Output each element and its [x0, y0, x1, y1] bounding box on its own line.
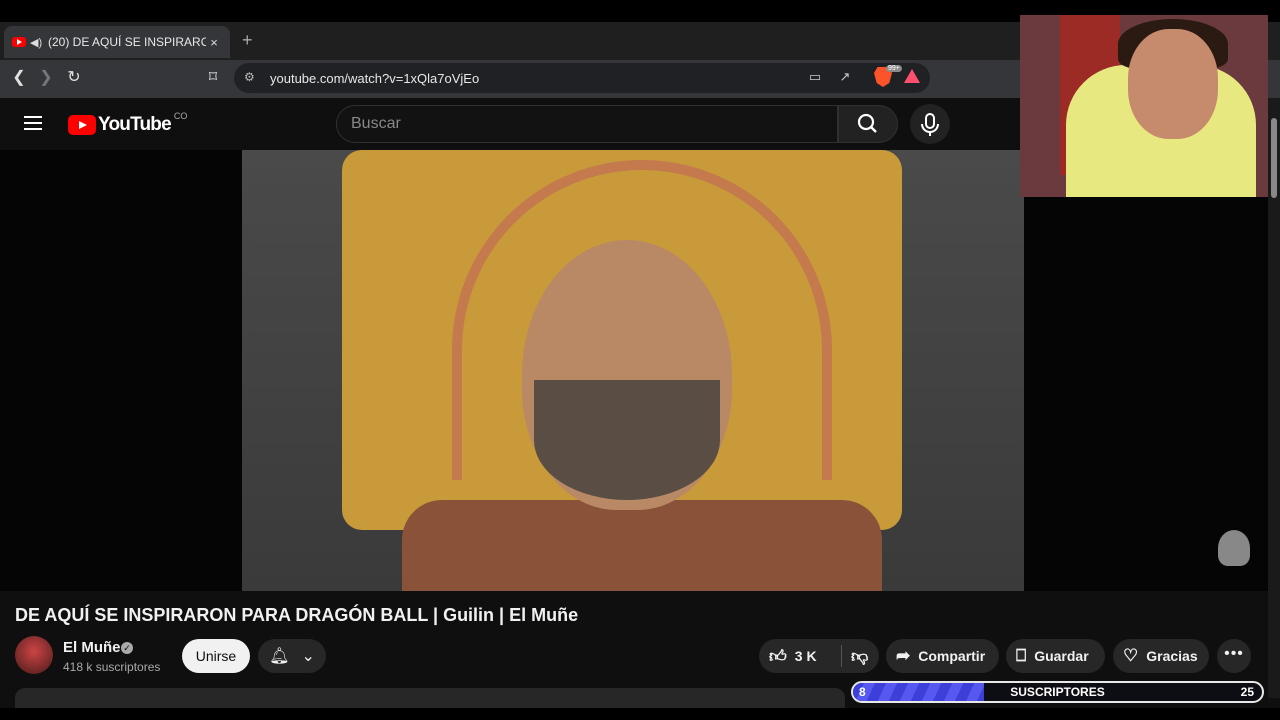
page-scrollbar[interactable]: [1268, 98, 1280, 698]
dislike-icon[interactable]: 👎︎: [851, 646, 868, 667]
forward-icon[interactable]: ❯: [36, 68, 56, 88]
country-code: CO: [173, 111, 188, 121]
thanks-button[interactable]: ♡ Gracias: [1113, 639, 1209, 673]
address-bar[interactable]: ⚙ youtube.com/watch?v=1xQla7oVjEo ▭ ↗ 99…: [234, 63, 930, 93]
join-button[interactable]: Unirse: [182, 639, 250, 673]
screen-bottom-edge: [0, 708, 1280, 720]
save-label: Guardar: [1034, 648, 1089, 664]
share-page-icon[interactable]: ↗: [836, 69, 854, 87]
thanks-label: Gracias: [1146, 648, 1198, 664]
bell-icon: 🔔︎: [269, 648, 290, 665]
browser-tab[interactable]: ◀) (20) DE AQUÍ SE INSPIRARON ×: [4, 26, 230, 58]
video-frame[interactable]: [242, 150, 1024, 591]
youtube-play-icon: [68, 115, 96, 135]
site-info-icon[interactable]: ⚙: [244, 70, 258, 84]
verified-icon: ✓: [121, 642, 133, 654]
overlay-avatar: [1218, 530, 1250, 566]
channel-avatar[interactable]: [15, 636, 53, 674]
speaker-icon[interactable]: ◀): [30, 36, 44, 49]
like-count: 3 K: [794, 648, 817, 664]
goal-label: SUSCRIPTORES: [1010, 685, 1105, 699]
close-tab-icon[interactable]: ×: [206, 35, 222, 50]
search-button[interactable]: [838, 105, 898, 143]
search-input[interactable]: Buscar: [336, 105, 838, 143]
youtube-favicon-icon: [12, 37, 26, 47]
subscribe-notifications-button[interactable]: 🔔︎ ⌄: [258, 639, 326, 673]
bookmark-icon: ⎕: [1016, 646, 1027, 665]
description-box[interactable]: [15, 688, 845, 708]
shields-badge: 99+: [886, 65, 902, 72]
webcam-overlay: [1020, 15, 1268, 197]
cast-icon[interactable]: ▭: [806, 69, 824, 87]
towel-image: [402, 500, 882, 591]
share-button[interactable]: ➦ Compartir: [886, 639, 999, 673]
microphone-icon: [921, 113, 939, 136]
search-icon: [857, 113, 877, 133]
new-tab-button[interactable]: +: [242, 30, 253, 51]
like-divider: [841, 645, 842, 667]
url-text: youtube.com/watch?v=1xQla7oVjEo: [270, 71, 480, 86]
more-actions-icon[interactable]: •••: [1217, 639, 1251, 673]
chevron-down-icon: ⌄: [301, 648, 315, 665]
subscriber-count: 418 k suscriptores: [63, 660, 161, 674]
menu-icon[interactable]: [24, 116, 42, 130]
save-button[interactable]: ⎕ Guardar: [1006, 639, 1105, 673]
subscriber-goal-bar: 8 SUSCRIPTORES 25: [851, 681, 1264, 703]
streamer-head: [1128, 29, 1218, 139]
voice-search-button[interactable]: [910, 104, 950, 144]
video-title: DE AQUÍ SE INSPIRARON PARA DRAGÓN BALL |…: [15, 605, 579, 625]
logo-text: YouTube: [98, 114, 172, 135]
channel-name[interactable]: El Muñe: [63, 639, 121, 656]
share-icon: ➦: [896, 646, 911, 665]
super-thanks-icon: ♡: [1123, 646, 1139, 665]
bookmark-icon[interactable]: ⌑: [203, 68, 223, 88]
brave-rewards-icon[interactable]: [904, 69, 920, 83]
share-label: Compartir: [918, 648, 986, 664]
like-dislike-group[interactable]: 👍︎ 3 K 👎︎: [759, 639, 879, 673]
youtube-logo[interactable]: YouTube CO: [68, 111, 188, 136]
scrollbar-thumb[interactable]: [1271, 118, 1277, 198]
goal-target: 25: [1240, 685, 1254, 699]
back-icon[interactable]: ❮: [9, 68, 29, 88]
like-icon[interactable]: 👍︎: [769, 646, 787, 667]
tab-title: (20) DE AQUÍ SE INSPIRARON: [48, 35, 206, 49]
reload-icon[interactable]: ↻: [64, 68, 84, 88]
